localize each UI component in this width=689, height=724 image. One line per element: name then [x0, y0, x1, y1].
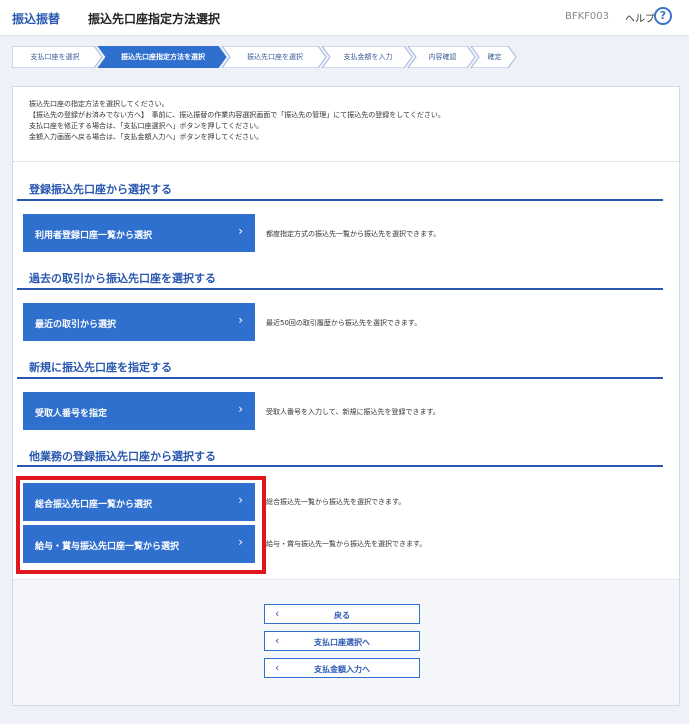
- step-select-payment-account: 支払口座を選択: [30, 53, 80, 61]
- step-select-method: 振込先口座指定方法を選択: [121, 53, 205, 61]
- instructions: 振込先口座の指定方法を選択してください。 【振込先の登録がお済みでない方へ】 事…: [29, 99, 445, 143]
- button-description: 都度指定方式の振込先一覧から振込先を選択できます。: [266, 230, 441, 238]
- section-title-new-account: 新規に振込先口座を指定する: [29, 361, 172, 374]
- button-label: 利用者登録口座一覧から選択: [35, 231, 153, 241]
- to-amount-input-button[interactable]: ‹ 支払金額入力へ: [264, 658, 420, 678]
- step-progress: 支払口座を選択 振込先口座指定方法を選択 振込先口座を選択 支払金額を入力 内容…: [12, 46, 682, 68]
- section-title-past-transactions: 過去の取引から振込先口座を選択する: [29, 272, 216, 285]
- section-underline: [17, 199, 663, 201]
- highlight-frame: [16, 476, 266, 574]
- step-select-destination: 振込先口座を選択: [247, 53, 303, 61]
- instruction-line: 振込先口座の指定方法を選択してください。: [29, 100, 169, 108]
- section-underline: [17, 377, 663, 379]
- page-title: 振込先口座指定方法選択: [88, 12, 221, 26]
- section-title-registered: 登録振込先口座から選択する: [29, 183, 172, 196]
- button-description: 受取人番号を入力して、新規に振込先を登録できます。: [266, 408, 440, 416]
- footer-actions: ‹ 戻る ‹ 支払口座選択へ ‹ 支払金額入力へ: [13, 579, 679, 705]
- back-button[interactable]: ‹ 戻る: [264, 604, 420, 624]
- instruction-line: 支払口座を修正する場合は、「支払口座選択へ」ボタンを押してください。: [29, 122, 264, 130]
- to-payment-account-button[interactable]: ‹ 支払口座選択へ: [264, 631, 420, 651]
- main-panel: 振込先口座の指定方法を選択してください。 【振込先の登録がお済みでない方へ】 事…: [12, 86, 680, 706]
- button-label: 戻る: [334, 611, 350, 620]
- specify-recipient-number-button[interactable]: 受取人番号を指定 ›: [23, 392, 255, 430]
- button-description: 給与・賞与振込先一覧から振込先を選択できます。: [266, 540, 427, 548]
- select-from-recent-button[interactable]: 最近の取引から選択 ›: [23, 303, 255, 341]
- section-underline: [17, 288, 663, 290]
- button-description: 総合振込先一覧から振込先を選択できます。: [266, 498, 406, 506]
- chevron-right-icon: ›: [238, 224, 243, 238]
- help-icon[interactable]: ?: [654, 7, 672, 25]
- instruction-line: 金額入力画面へ戻る場合は、「支払金額入力へ」ボタンを押してください。: [29, 133, 264, 141]
- section-underline: [17, 465, 663, 467]
- button-label: 支払金額入力へ: [314, 665, 370, 674]
- chevron-right-icon: ›: [238, 402, 243, 416]
- chevron-right-icon: ›: [238, 313, 243, 327]
- instruction-line: 【振込先の登録がお済みでない方へ】 事前に、振込振替の作業内容選択画面で「振込先…: [29, 111, 445, 119]
- section-title-other-business: 他業務の登録振込先口座から選択する: [29, 450, 216, 463]
- button-label: 受取人番号を指定: [35, 409, 108, 419]
- step-enter-amount: 支払金額を入力: [343, 53, 393, 61]
- select-from-user-registered-button[interactable]: 利用者登録口座一覧から選択 ›: [23, 214, 255, 252]
- button-label: 支払口座選択へ: [314, 638, 370, 647]
- button-description: 最近50回の取引履歴から振込先を選択できます。: [266, 319, 422, 327]
- screen-code: BFKF003: [565, 11, 610, 22]
- button-label: 最近の取引から選択: [35, 320, 117, 330]
- divider: [13, 161, 679, 162]
- top-bar: 振込振替 振込先口座指定方法選択 BFKF003 ヘルプ ?: [0, 0, 689, 36]
- step-confirm-content: 内容確認: [428, 53, 457, 61]
- help-link[interactable]: ヘルプ: [625, 10, 655, 25]
- step-complete: 確定: [487, 53, 502, 61]
- app-name: 振込振替: [12, 12, 61, 26]
